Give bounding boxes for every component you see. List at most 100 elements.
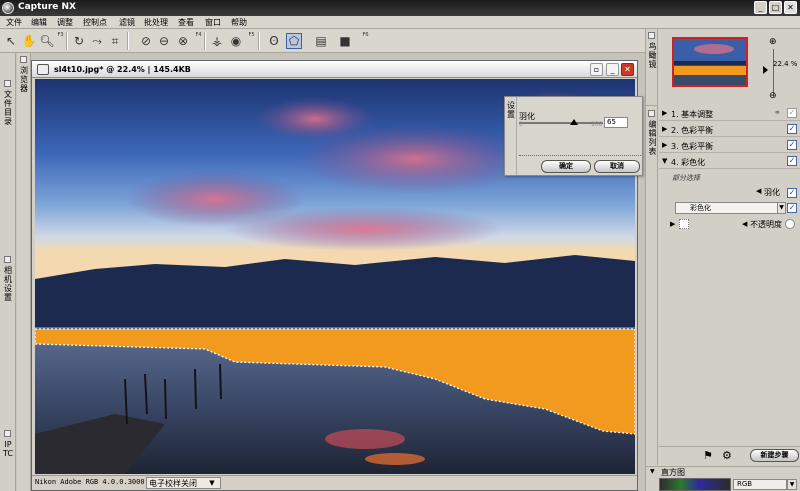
close-button[interactable]: ✕ xyxy=(784,1,797,14)
gradient-icon[interactable]: ▤ xyxy=(313,33,329,49)
polygon-lasso-icon[interactable]: ⬠ xyxy=(286,33,302,49)
red-eye-icon[interactable]: ◉ xyxy=(228,33,244,49)
step-checkbox[interactable]: ✓ xyxy=(787,140,797,150)
feather-value-input[interactable]: 65 xyxy=(604,117,628,128)
dock-pin-icon[interactable] xyxy=(4,80,11,87)
tab-browser[interactable]: 浏览器 xyxy=(19,66,29,93)
expand-arrow-icon[interactable]: ▶ xyxy=(670,220,675,228)
ok-button[interactable]: 确定 xyxy=(541,160,591,173)
app-logo-icon xyxy=(2,2,14,14)
document-restore-button[interactable]: ▫ xyxy=(590,63,603,76)
toolbar: ↖ ✋ 🔍︎ F3 ↻ ⤳ ⌗ ⊘ ⊖ ⊗ F4 ⚶ ◉ F5 ʘ ⬠ ▤ ■ … xyxy=(0,29,645,53)
step-checkbox[interactable]: ✓ xyxy=(787,124,797,134)
black-point-icon[interactable]: ⊘ xyxy=(138,33,154,49)
link-icon[interactable]: ⚭ xyxy=(774,108,781,117)
dock-pin-icon[interactable] xyxy=(648,110,655,117)
tab-birdseye[interactable]: 鸟瞰镜 xyxy=(648,42,657,69)
chevron-down-icon[interactable]: ▼ xyxy=(787,479,797,490)
chevron-down-icon[interactable]: ▼ xyxy=(205,477,219,489)
direct-select-icon[interactable]: ↖ xyxy=(3,33,19,49)
edit-step-row[interactable]: ▼ 4. 彩色化 ✓ xyxy=(659,154,800,169)
white-point-icon[interactable]: ⊖ xyxy=(156,33,172,49)
hand-icon[interactable]: ✋ xyxy=(21,33,37,49)
menu-file[interactable]: 文件 xyxy=(6,17,22,28)
opacity-toggle[interactable] xyxy=(785,219,795,229)
document-minimize-button[interactable]: _ xyxy=(606,63,619,76)
rotate-icon[interactable]: ↻ xyxy=(71,33,87,49)
zoom-pointer-icon[interactable] xyxy=(763,66,768,74)
edit-step-label: 4. 彩色化 xyxy=(671,158,706,167)
neutral-point-icon[interactable]: ⊗ xyxy=(175,33,191,49)
menu-window[interactable]: 窗口 xyxy=(205,17,221,28)
browser-strip: 浏览器 xyxy=(17,53,31,491)
feather-arrow-icon[interactable]: ◀ xyxy=(756,187,761,195)
menu-filter[interactable]: 滤镜 xyxy=(119,17,135,28)
tab-camera-settings[interactable]: 相机设置 xyxy=(3,266,13,302)
feather-label[interactable]: 羽化 xyxy=(764,187,780,198)
menu-view[interactable]: 查看 xyxy=(178,17,194,28)
fill-icon[interactable]: ■ xyxy=(337,33,353,49)
birdseye-thumbnail[interactable] xyxy=(672,37,748,87)
toolbar-fkey-f5: F5 xyxy=(248,32,255,38)
expand-arrow-icon[interactable]: ▶ xyxy=(662,141,667,149)
settings-gear-icon[interactable]: ⚙ xyxy=(722,449,732,462)
dock-pin-icon[interactable] xyxy=(4,256,11,263)
menu-batch[interactable]: 批处理 xyxy=(144,17,168,28)
zoom-slider[interactable] xyxy=(773,49,774,97)
document-close-button[interactable]: ✕ xyxy=(621,63,634,76)
histogram-channel-select[interactable]: RGB xyxy=(733,479,787,490)
edit-step-row[interactable]: ▶ 1. 基本调整 ⚭ ✓ xyxy=(659,106,800,121)
opacity-mask-thumbnail[interactable] xyxy=(679,219,689,229)
feather-checkbox[interactable]: ✓ xyxy=(787,188,797,198)
menu-control-points[interactable]: 控制点 xyxy=(83,17,107,28)
slider-thumb-icon[interactable] xyxy=(569,119,578,125)
dock-pin-icon[interactable] xyxy=(4,430,11,437)
document-icon xyxy=(37,64,49,75)
zoom-icon[interactable]: 🔍︎ xyxy=(39,33,55,49)
minimize-button[interactable]: _ xyxy=(754,1,767,14)
step-checkbox[interactable]: ✓ xyxy=(787,108,797,118)
dock-pin-icon[interactable] xyxy=(648,32,655,39)
opacity-arrow-icon[interactable]: ◀ xyxy=(742,220,747,228)
collapse-arrow-icon[interactable]: ▼ xyxy=(650,468,655,475)
zoom-out-icon[interactable]: ⊖ xyxy=(769,91,777,101)
menu-help[interactable]: 帮助 xyxy=(231,17,247,28)
edit-step-row[interactable]: ▶ 2. 色彩平衡 ✓ xyxy=(659,122,800,137)
lasso-icon[interactable]: ʘ xyxy=(266,33,282,49)
maximize-button[interactable]: □ xyxy=(769,1,782,14)
new-step-button[interactable]: 新建步骤 xyxy=(750,449,799,462)
straighten-icon[interactable]: ⤳ xyxy=(89,33,105,49)
partial-selection-label: 部分选择 xyxy=(672,174,700,182)
zoom-in-icon[interactable]: ⊕ xyxy=(769,37,777,47)
histogram-title: 直方图 xyxy=(661,468,685,477)
toolbar-fkey-f6: F6 xyxy=(362,32,369,38)
colorize-checkbox[interactable]: ✓ xyxy=(787,203,797,213)
edit-list: ▶ 1. 基本调整 ⚭ ✓ ▶ 2. 色彩平衡 ✓ ▶ 3. 色彩平衡 ✓ ▼ … xyxy=(659,106,800,446)
tab-file-directory[interactable]: 文件目录 xyxy=(3,90,13,126)
document-title: sl4t10.jpg* @ 22.4% | 145.4KB xyxy=(54,65,191,74)
cancel-button[interactable]: 取消 xyxy=(594,160,640,173)
edit-step-row[interactable]: ▶ 3. 色彩平衡 ✓ xyxy=(659,138,800,153)
menu-adjust[interactable]: 调整 xyxy=(57,17,73,28)
opacity-label: 不透明度 xyxy=(750,220,782,229)
document-titlebar[interactable]: sl4t10.jpg* @ 22.4% | 145.4KB _ ▫ ✕ xyxy=(32,61,637,78)
tab-edit-list[interactable]: 编辑列表 xyxy=(648,120,657,156)
status-color-profile: Nikon Adobe RGB 4.0.0.3000 xyxy=(35,478,145,486)
toolbar-separator xyxy=(258,32,260,50)
expand-arrow-icon[interactable]: ▶ xyxy=(662,109,667,117)
tab-iptc[interactable]: IPTC xyxy=(3,440,13,458)
step-checkbox[interactable]: ✓ xyxy=(787,156,797,166)
expand-arrow-icon[interactable]: ▶ xyxy=(662,125,667,133)
control-point-icon[interactable]: ⚑ xyxy=(703,449,713,462)
chevron-down-icon[interactable]: ▼ xyxy=(777,202,786,214)
color-control-point-icon[interactable]: ⚶ xyxy=(209,33,225,49)
menu-edit[interactable]: 编辑 xyxy=(31,17,47,28)
dock-pin-icon[interactable] xyxy=(20,56,27,63)
crop-icon[interactable]: ⌗ xyxy=(107,33,123,49)
colorize-select[interactable]: 彩色化 xyxy=(675,202,781,214)
birdseye-tab-strip: 鸟瞰镜 xyxy=(646,29,658,105)
collapse-arrow-icon[interactable]: ▼ xyxy=(662,157,667,165)
histogram-header[interactable]: ▼ 直方图 xyxy=(646,466,800,477)
panel-divider xyxy=(659,446,800,447)
app-titlebar: Capture NX _ □ ✕ xyxy=(0,0,800,16)
